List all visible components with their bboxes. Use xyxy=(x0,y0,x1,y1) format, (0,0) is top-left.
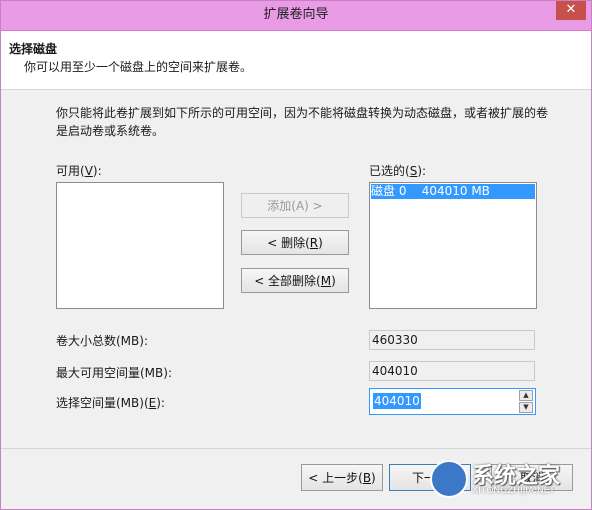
remove-all-button[interactable]: < 全部删除(M) xyxy=(241,268,349,293)
watermark-url: XITONGZHIJIA.NET xyxy=(472,486,555,496)
select-space-label: 选择空间量(MB)(E): xyxy=(56,396,165,410)
back-button[interactable]: < 上一步(B) xyxy=(301,464,383,491)
selected-listbox[interactable]: 磁盘 0 404010 MB xyxy=(369,182,537,309)
spin-up-icon[interactable]: ▲ xyxy=(519,390,533,401)
select-space-value[interactable]: 404010 xyxy=(373,393,421,409)
page-subtitle: 你可以用至少一个磁盘上的空间来扩展卷。 xyxy=(24,60,253,74)
available-label: 可用(V): xyxy=(56,164,102,178)
selected-label: 已选的(S): xyxy=(369,164,427,178)
available-listbox[interactable] xyxy=(56,182,224,309)
close-button[interactable]: ✕ xyxy=(556,0,586,20)
total-size-field: 460330 xyxy=(369,330,535,350)
add-button[interactable]: 添加(A) > xyxy=(241,193,349,218)
remove-button[interactable]: < 删除(R) xyxy=(241,230,349,255)
window-title: 扩展卷向导 xyxy=(263,7,329,22)
close-icon: ✕ xyxy=(565,2,577,17)
spin-down-icon[interactable]: ▼ xyxy=(519,402,533,413)
wizard-header: 选择磁盘 你可以用至少一个磁盘上的空间来扩展卷。 xyxy=(1,31,591,90)
total-size-label: 卷大小总数(MB): xyxy=(56,334,148,348)
select-space-stepper[interactable]: 404010 ▲ ▼ xyxy=(369,388,536,415)
footer-divider xyxy=(1,448,591,449)
list-item[interactable]: 磁盘 0 404010 MB xyxy=(371,184,535,199)
description-text: 你只能将此卷扩展到如下所示的可用空间，因为不能将磁盘转换为动态磁盘，或者被扩展的… xyxy=(56,106,549,138)
page-title: 选择磁盘 xyxy=(9,42,58,56)
max-space-label: 最大可用空间量(MB): xyxy=(56,366,172,380)
max-space-field: 404010 xyxy=(369,361,535,381)
watermark-logo-icon xyxy=(430,460,468,498)
site-watermark: 系统之家 XITONGZHIJIA.NET xyxy=(430,452,590,504)
